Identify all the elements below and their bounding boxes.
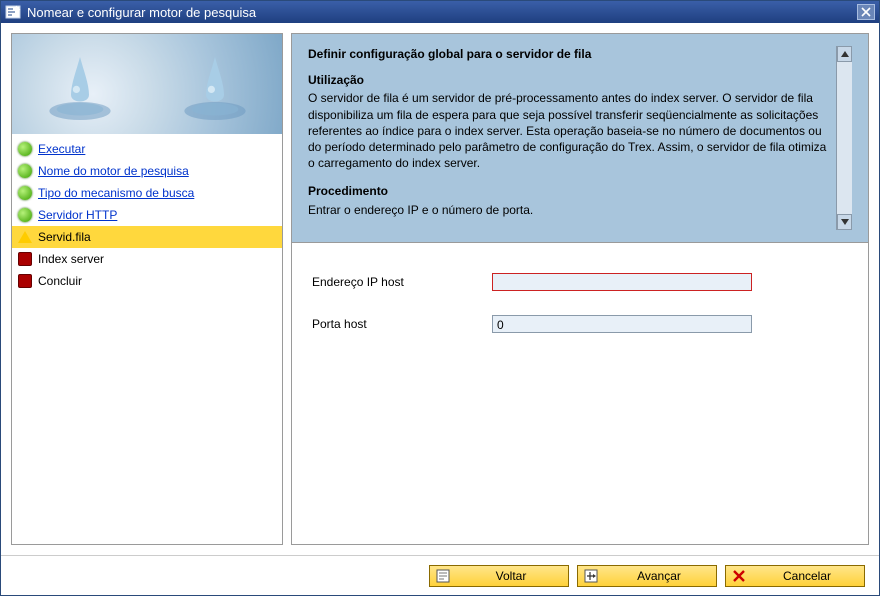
cancel-label: Cancelar [756, 569, 858, 583]
next-button[interactable]: Avançar [577, 565, 717, 587]
window-title: Nomear e configurar motor de pesquisa [27, 5, 857, 20]
step-tipo-mecanismo[interactable]: Tipo do mecanismo de busca [12, 182, 282, 204]
wizard-window: Nomear e configurar motor de pesquisa Ex… [0, 0, 880, 596]
wizard-body: Executar Nome do motor de pesquisa Tipo … [1, 23, 879, 555]
step-label: Index server [38, 252, 104, 266]
section-utilizacao-title: Utilização [308, 72, 836, 88]
ip-label: Endereço IP host [312, 275, 492, 289]
step-label[interactable]: Tipo do mecanismo de busca [38, 186, 194, 200]
back-icon [436, 569, 450, 583]
scrollbar[interactable] [836, 46, 852, 230]
cancel-icon [732, 569, 746, 583]
step-concluir[interactable]: Concluir [12, 270, 282, 292]
status-done-icon [18, 164, 32, 178]
window-icon [5, 4, 21, 20]
step-index-server[interactable]: Index server [12, 248, 282, 270]
scroll-down-button[interactable] [837, 214, 852, 230]
ip-row: Endereço IP host [312, 273, 848, 291]
step-label[interactable]: Servidor HTTP [38, 208, 117, 222]
step-label[interactable]: Executar [38, 142, 85, 156]
section-utilizacao-body: O servidor de fila é um servidor de pré-… [308, 90, 836, 171]
status-current-icon [18, 231, 32, 243]
instructions-panel: Definir configuração global para o servi… [291, 33, 869, 243]
back-label: Voltar [460, 569, 562, 583]
step-servidor-http[interactable]: Servidor HTTP [12, 204, 282, 226]
step-label: Servid.fila [38, 230, 91, 244]
status-pending-icon [18, 274, 32, 288]
step-label[interactable]: Nome do motor de pesquisa [38, 164, 189, 178]
scroll-up-button[interactable] [837, 46, 852, 62]
ip-input[interactable] [492, 273, 752, 291]
sidebar-decor [12, 34, 282, 134]
status-done-icon [18, 142, 32, 156]
section-procedimento-title: Procedimento [308, 183, 836, 199]
next-icon [584, 569, 598, 583]
next-label: Avançar [608, 569, 710, 583]
status-done-icon [18, 186, 32, 200]
titlebar: Nomear e configurar motor de pesquisa [1, 1, 879, 23]
water-drop-right [147, 34, 282, 134]
form-area: Endereço IP host Porta host 0 [291, 243, 869, 545]
step-nome-motor[interactable]: Nome do motor de pesquisa [12, 160, 282, 182]
port-input[interactable]: 0 [492, 315, 752, 333]
main-panel: Definir configuração global para o servi… [291, 33, 869, 545]
port-row: Porta host 0 [312, 315, 848, 333]
status-done-icon [18, 208, 32, 222]
step-label: Concluir [38, 274, 82, 288]
step-executar[interactable]: Executar [12, 138, 282, 160]
instructions-heading: Definir configuração global para o servi… [308, 46, 836, 62]
section-procedimento-body: Entrar o endereço IP e o número de porta… [308, 202, 836, 218]
back-button[interactable]: Voltar [429, 565, 569, 587]
instructions-content: Definir configuração global para o servi… [308, 46, 836, 230]
step-list: Executar Nome do motor de pesquisa Tipo … [12, 134, 282, 544]
status-pending-icon [18, 252, 32, 266]
port-label: Porta host [312, 317, 492, 331]
step-servid-fila[interactable]: Servid.fila [12, 226, 282, 248]
sidebar: Executar Nome do motor de pesquisa Tipo … [11, 33, 283, 545]
footer: Voltar Avançar Cancelar [1, 555, 879, 595]
water-drop-left [12, 34, 147, 134]
close-button[interactable] [857, 4, 875, 20]
cancel-button[interactable]: Cancelar [725, 565, 865, 587]
